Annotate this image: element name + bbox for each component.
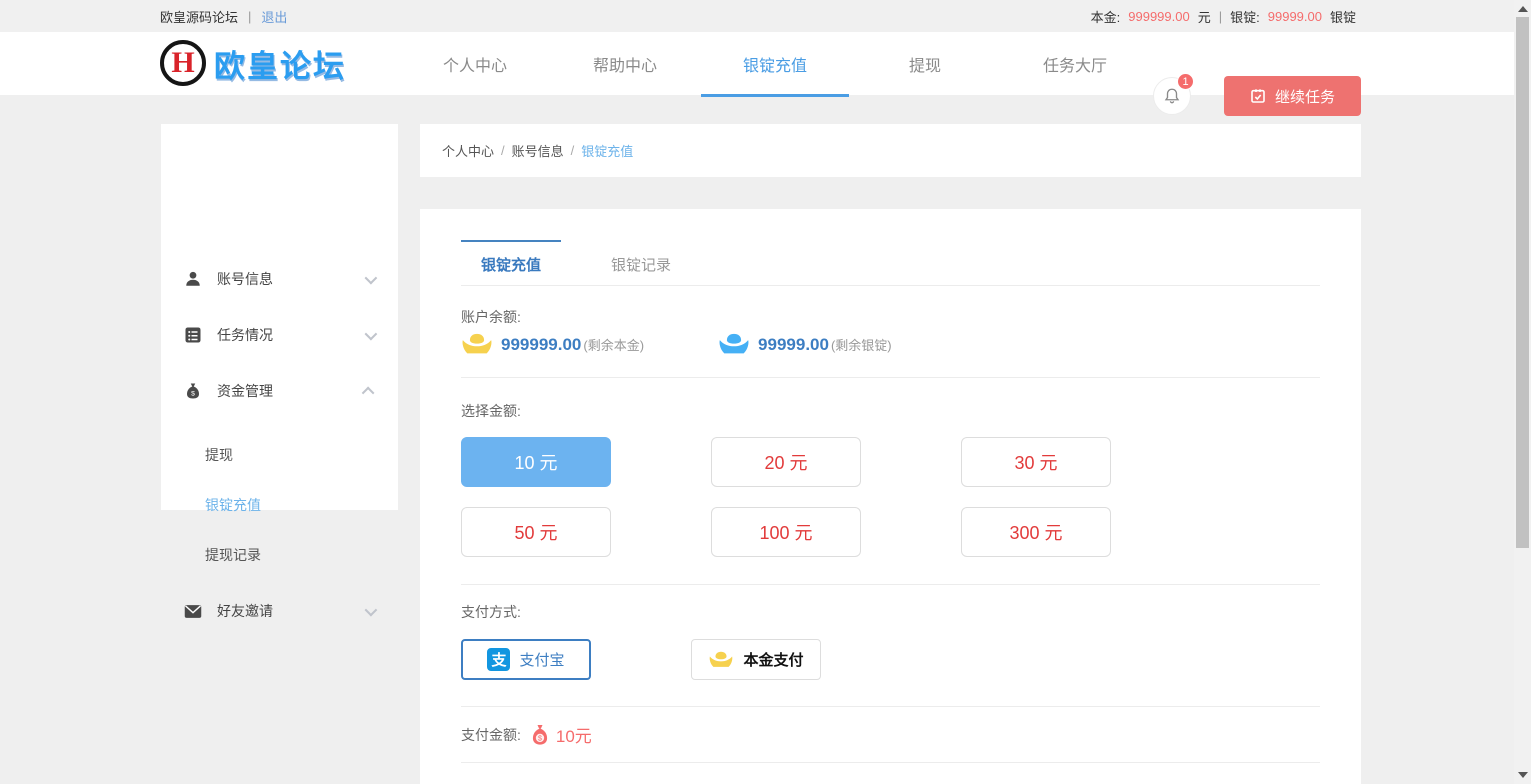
pay-amount-label: 支付金额: <box>461 725 521 745</box>
payment-method-alipay[interactable]: 支 支付宝 <box>461 639 591 680</box>
site-logo[interactable]: H 欧皇论坛 <box>160 40 346 86</box>
svg-text:$: $ <box>538 734 542 742</box>
user-icon <box>183 269 203 289</box>
sidebar-item-invite-friends[interactable]: 好友邀请 <box>161 595 398 627</box>
scrollbar-thumb[interactable] <box>1516 17 1529 548</box>
alipay-icon: 支 <box>487 648 510 671</box>
amount-option-20[interactable]: 20 元 <box>711 437 861 487</box>
amount-option-10[interactable]: 10 元 <box>461 437 611 487</box>
sidebar-subitem-withdraw-records[interactable]: 提现记录 <box>161 540 398 570</box>
payment-method-principal[interactable]: 本金支付 <box>691 639 821 680</box>
ingot-unit: 银锭 <box>1330 7 1356 26</box>
principal-value: 999999.00 <box>1128 9 1189 24</box>
nav-withdraw[interactable]: 提现 <box>850 32 1000 95</box>
principal-label: 本金: <box>1091 7 1121 26</box>
divider <box>461 285 1320 286</box>
principal-balance-value: 999999.00 <box>501 335 581 355</box>
svg-text:$: $ <box>191 391 195 398</box>
page-scrollbar[interactable] <box>1514 0 1531 784</box>
main-nav: 个人中心 帮助中心 银锭充值 提现 任务大厅 <box>400 32 1150 95</box>
blue-ingot-icon <box>718 333 750 356</box>
scroll-up-arrow-icon[interactable] <box>1518 6 1528 12</box>
logout-link[interactable]: 退出 <box>261 7 287 26</box>
sidebar-subitem-withdraw[interactable]: 提现 <box>161 440 398 470</box>
balance-label: 账户余额: <box>461 307 521 327</box>
recharge-panel: 银锭充值 银锭记录 账户余额: 999999.00 (剩余本金) 99999.0… <box>420 209 1361 784</box>
recharge-tabs: 银锭充值 银锭记录 <box>461 240 691 275</box>
sidebar-item-fund-management[interactable]: $ 资金管理 <box>161 375 398 407</box>
principal-balance-note: (剩余本金) <box>583 335 644 354</box>
ingot-value: 99999.00 <box>1268 9 1322 24</box>
ingot-balance-value: 99999.00 <box>758 335 829 355</box>
amount-option-50[interactable]: 50 元 <box>461 507 611 557</box>
topbar-separator-2: | <box>1219 9 1222 24</box>
breadcrumb: 个人中心 / 账号信息 / 银锭充值 <box>420 124 1361 177</box>
amount-label: 选择金额: <box>461 401 521 421</box>
gold-ingot-icon <box>708 651 734 669</box>
breadcrumb-current: 银锭充值 <box>581 141 633 160</box>
nav-ingot-recharge[interactable]: 银锭充值 <box>700 32 850 95</box>
chevron-down-icon <box>365 271 378 284</box>
ingot-label: 银锭: <box>1230 7 1260 26</box>
mail-icon <box>183 601 203 621</box>
pay-amount-value: 10元 <box>556 722 592 747</box>
bell-icon <box>1163 87 1181 105</box>
sidebar: 账号信息 任务情况 $ 资金 <box>161 124 398 510</box>
header: H 欧皇论坛 个人中心 帮助中心 银锭充值 提现 任务大厅 1 继续任务 <box>0 32 1531 95</box>
nav-task-hall[interactable]: 任务大厅 <box>1000 32 1150 95</box>
sidebar-item-account-info[interactable]: 账号信息 <box>161 263 398 295</box>
amount-option-300[interactable]: 300 元 <box>961 507 1111 557</box>
task-check-icon <box>1250 88 1266 104</box>
divider <box>461 762 1320 763</box>
top-bar: 欧皇源码论坛 | 退出 本金: 999999.00 元 | 银锭: 99999.… <box>0 0 1531 32</box>
notification-badge: 1 <box>1177 73 1194 90</box>
tab-ingot-records[interactable]: 银锭记录 <box>591 240 691 275</box>
notification-button[interactable]: 1 <box>1153 77 1191 115</box>
amount-option-30[interactable]: 30 元 <box>961 437 1111 487</box>
chevron-down-icon <box>365 603 378 616</box>
sidebar-item-task-status[interactable]: 任务情况 <box>161 319 398 351</box>
payment-method-label: 支付方式: <box>461 602 521 622</box>
chevron-up-icon <box>362 386 375 399</box>
scroll-down-arrow-icon[interactable] <box>1518 772 1528 778</box>
tab-ingot-recharge[interactable]: 银锭充值 <box>461 240 561 275</box>
logo-text: 欧皇论坛 <box>214 41 346 86</box>
breadcrumb-account-info[interactable]: 账号信息 <box>512 141 564 160</box>
logo-monogram-icon: H <box>160 40 206 86</box>
breadcrumb-personal-center[interactable]: 个人中心 <box>442 141 494 160</box>
red-money-bag-icon: $ <box>530 724 550 746</box>
divider <box>461 377 1320 378</box>
nav-personal-center[interactable]: 个人中心 <box>400 32 550 95</box>
principal-unit: 元 <box>1198 7 1211 26</box>
balance-row: 999999.00 (剩余本金) 99999.00 (剩余银锭) <box>461 333 892 356</box>
chevron-down-icon <box>365 327 378 340</box>
sidebar-subitem-ingot-recharge[interactable]: 银锭充值 <box>161 490 398 520</box>
continue-task-button[interactable]: 继续任务 <box>1224 76 1361 116</box>
gold-ingot-icon <box>461 333 493 356</box>
nav-help-center[interactable]: 帮助中心 <box>550 32 700 95</box>
divider <box>461 706 1320 707</box>
recharge-page: 欧皇源码论坛 | 退出 本金: 999999.00 元 | 银锭: 99999.… <box>0 0 1531 784</box>
amount-option-100[interactable]: 100 元 <box>711 507 861 557</box>
task-list-icon <box>183 325 203 345</box>
topbar-separator: | <box>248 9 251 24</box>
site-name: 欧皇源码论坛 <box>160 7 238 26</box>
divider <box>461 584 1320 585</box>
ingot-balance-note: (剩余银锭) <box>831 335 892 354</box>
money-bag-icon: $ <box>183 381 203 401</box>
pay-amount-row: 支付金额: $ 10元 <box>461 722 592 747</box>
